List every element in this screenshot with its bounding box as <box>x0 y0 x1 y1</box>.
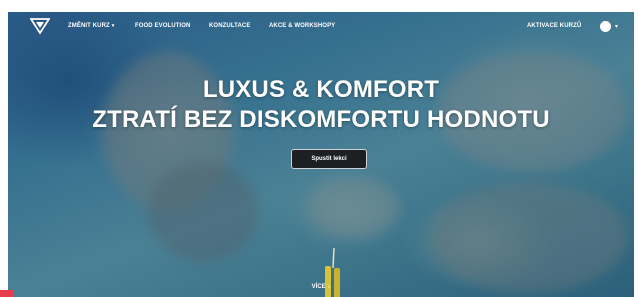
nav-activate-courses-label: AKTIVACE KURZŮ <box>527 23 582 29</box>
hero-headline-line1: LUXUS & KOMFORT <box>202 76 440 103</box>
background-rock <box>308 177 398 237</box>
nav-events-workshops[interactable]: AKCE & WORKSHOPY <box>269 23 335 29</box>
nav-consultations[interactable]: KONZULTACE <box>209 23 250 29</box>
top-navigation: ZMĚNIT KURZ ▾ FOOD EVOLUTION KONZULTACE A… <box>8 12 634 42</box>
logo-icon[interactable] <box>30 17 50 35</box>
nav-activate-courses[interactable]: AKTIVACE KURZŮ <box>527 23 581 29</box>
background-rock <box>148 162 258 262</box>
more-link[interactable]: VÍCE ↓ <box>8 284 634 290</box>
nav-food-evolution-label: FOOD EVOLUTION <box>135 23 191 29</box>
chevron-down-icon: ▾ <box>111 23 115 29</box>
nav-events-workshops-label: AKCE & WORKSHOPY <box>269 23 336 29</box>
accent-bar <box>0 290 14 297</box>
nav-change-course-label: ZMĚNIT KURZ <box>68 23 110 29</box>
nav-change-course[interactable]: ZMĚNIT KURZ ▾ <box>68 23 114 29</box>
start-lesson-button[interactable]: Spustit lekci <box>291 149 367 169</box>
avatar-icon[interactable] <box>600 21 611 32</box>
nav-consultations-label: KONZULTACE <box>209 23 251 29</box>
background-rock <box>428 182 628 292</box>
nav-food-evolution[interactable]: FOOD EVOLUTION <box>135 23 190 29</box>
chevron-down-icon[interactable]: ▾ <box>615 23 618 30</box>
hero-headline-line2: ZTRATÍ BEZ DISKOMFORTU HODNOTU <box>92 106 550 133</box>
hero-section: ZMĚNIT KURZ ▾ FOOD EVOLUTION KONZULTACE A… <box>8 12 634 297</box>
